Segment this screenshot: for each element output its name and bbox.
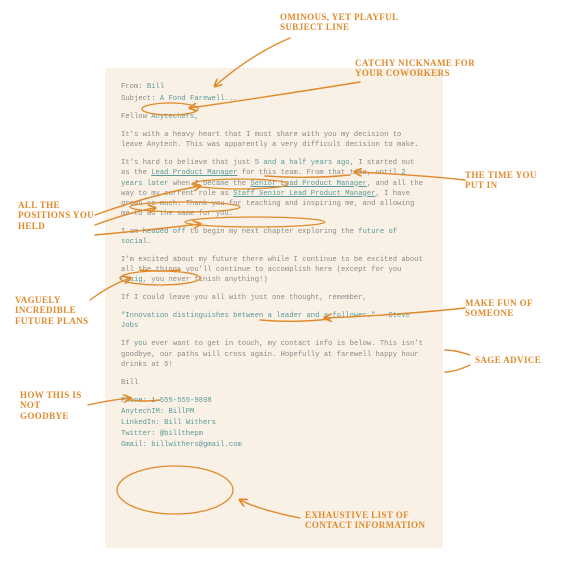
para-2: It's hard to believe that just 5 and a h…: [121, 158, 427, 218]
para-1: It's with a heavy heart that I must shar…: [121, 130, 427, 150]
from-label: From:: [121, 83, 143, 91]
p3b: to begin my next chapter exploring the: [186, 228, 359, 236]
p2-pos1: Lead Product Manager: [151, 169, 237, 177]
greeting-nickname: Anytechers: [151, 113, 194, 121]
p3-head: headed off: [143, 228, 186, 236]
from-value: Bill: [147, 83, 164, 91]
email-body: From: Bill Subject: A Fond Farewell... F…: [105, 68, 443, 548]
contact-gmail: Gmail: billwithers@gmail.com: [121, 440, 427, 450]
greeting-suffix: ,: [194, 113, 198, 121]
para-4: I'm excited about my future there while …: [121, 255, 427, 285]
from-line: From: Bill: [121, 82, 427, 92]
contact-im: AnytechIM: BillPM: [121, 407, 427, 417]
p2-time: 5 and a half years ago: [255, 159, 350, 167]
ann-sage: SAGE ADVICE: [475, 355, 555, 365]
p4-name: Craig: [121, 276, 143, 284]
p3a: I am: [121, 228, 143, 236]
subject-label: Subject:: [121, 95, 156, 103]
ann-nickname: CATCHY NICKNAME FOR YOUR COWORKERS: [355, 58, 495, 79]
p2d: when I became the: [168, 180, 250, 188]
subject-value: A Fond Farewell...: [160, 95, 238, 103]
p6a: If: [121, 340, 134, 348]
signature-block: Phone: 1-555-555-9898 AnytechIM: BillPM …: [121, 396, 427, 450]
para-5: If I could leave you all with just one t…: [121, 293, 427, 303]
ann-subject: OMINOUS, YET PLAYFUL SUBJECT LINE: [280, 12, 410, 33]
ann-makefun: MAKE FUN OF SOMEONE: [465, 298, 555, 319]
signoff: Bill: [121, 378, 427, 388]
contact-linkedin: LinkedIn: Bill Withers: [121, 418, 427, 428]
p6-you: you: [134, 340, 147, 348]
p2-pos2: Senior Lead Product Manager: [250, 180, 366, 188]
para-3: I am headed off to begin my next chapter…: [121, 227, 427, 247]
quote: "Innovation distinguishes between a lead…: [121, 311, 427, 331]
p2-pos3: Staff Senior Lead Product Manager: [233, 190, 375, 198]
contact-twitter: Twitter: @billthepm: [121, 429, 427, 439]
ann-positions: ALL THE POSITIONS YOU HELD: [18, 200, 98, 231]
ann-future: VAGUELY INCREDIBLE FUTURE PLANS: [15, 295, 100, 326]
subject-line: Subject: A Fond Farewell...: [121, 94, 427, 104]
contact-phone: Phone: 1-555-555-9898: [121, 396, 427, 406]
p4b: , you never finish anything!): [143, 276, 268, 284]
p2c: for this team. From that time, until: [237, 169, 401, 177]
greeting-prefix: Fellow: [121, 113, 151, 121]
greeting: Fellow Anytechers,: [121, 112, 427, 122]
p2a: It's hard to believe that just: [121, 159, 255, 167]
ann-time: THE TIME YOU PUT IN: [465, 170, 555, 191]
ann-contacts: EXHAUSTIVE LIST OF CONTACT INFORMATION: [305, 510, 445, 531]
p4a: I'm excited about my future there while …: [121, 256, 423, 274]
p6b: ever want to get in touch, my contact in…: [121, 340, 423, 368]
p3c: .: [147, 238, 151, 246]
para-6: If you ever want to get in touch, my con…: [121, 339, 427, 369]
ann-notgoodbye: HOW THIS IS NOT GOODBYE: [20, 390, 90, 421]
